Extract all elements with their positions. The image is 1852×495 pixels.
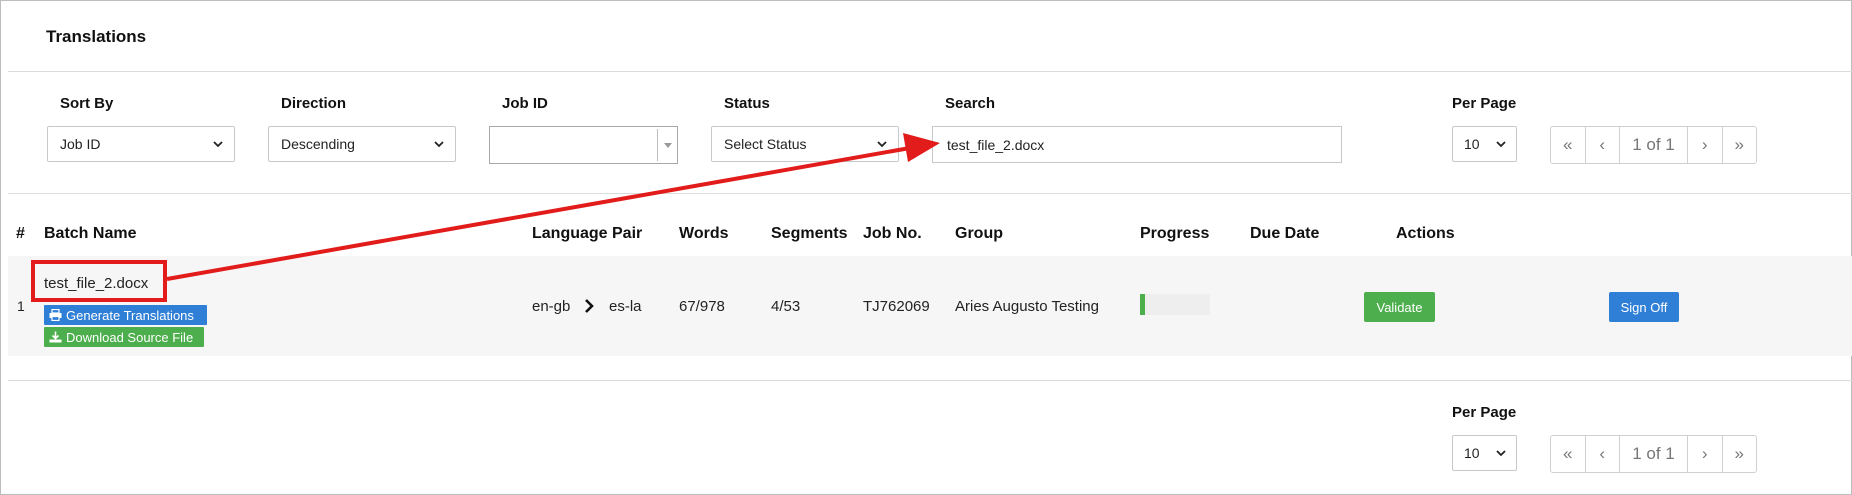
target-language: es-la	[609, 298, 642, 315]
chevron-down-icon	[213, 141, 223, 148]
progress-bar	[1140, 294, 1210, 315]
job-number: TJ762069	[863, 298, 930, 315]
page-indicator: 1 of 1	[1620, 436, 1688, 472]
group-name: Aries Augusto Testing	[955, 298, 1099, 315]
first-page-button[interactable]: «	[1551, 127, 1586, 163]
validate-button[interactable]: Validate	[1364, 292, 1435, 322]
divider	[8, 193, 1852, 194]
divider	[8, 380, 1852, 381]
prev-page-button[interactable]: ‹	[1586, 436, 1620, 472]
per-page-value: 10	[1464, 136, 1480, 152]
next-page-button[interactable]: ›	[1688, 436, 1723, 472]
combobox-separator	[657, 129, 658, 161]
segments-count: 4/53	[771, 298, 801, 315]
chevron-down-icon	[1496, 450, 1506, 457]
per-page-label: Per Page	[1452, 95, 1517, 112]
sort-by-select[interactable]: Job ID	[47, 126, 235, 162]
column-header-language-pair: Language Pair	[532, 225, 643, 242]
last-page-button[interactable]: »	[1723, 127, 1757, 163]
search-input[interactable]	[932, 126, 1342, 163]
column-header-progress: Progress	[1140, 225, 1210, 242]
sort-by-value: Job ID	[60, 136, 101, 152]
page-title: Translations	[46, 27, 147, 46]
page-indicator: 1 of 1	[1620, 127, 1688, 163]
status-label: Status	[724, 95, 770, 112]
status-select[interactable]: Select Status	[711, 126, 899, 162]
column-header-actions: Actions	[1396, 225, 1455, 242]
sort-by-label: Sort By	[60, 95, 114, 112]
column-header-batch-name: Batch Name	[44, 225, 137, 242]
chevron-down-icon	[877, 141, 887, 148]
footer-per-page-label: Per Page	[1452, 404, 1517, 421]
column-header-number: #	[16, 225, 25, 242]
progress-fill	[1140, 294, 1145, 315]
direction-value: Descending	[281, 136, 355, 152]
download-icon	[49, 331, 62, 343]
dropdown-arrow-icon[interactable]	[664, 143, 672, 148]
column-header-words: Words	[679, 225, 729, 242]
annotation-highlight-box	[31, 260, 167, 302]
column-header-group: Group	[955, 225, 1003, 242]
next-page-button[interactable]: ›	[1688, 127, 1723, 163]
prev-page-button[interactable]: ‹	[1586, 127, 1620, 163]
job-id-combobox[interactable]	[489, 126, 678, 164]
divider	[8, 71, 1852, 72]
column-header-job-no: Job No.	[863, 225, 922, 242]
footer-per-page-select[interactable]: 10	[1452, 435, 1517, 471]
row-number: 1	[17, 298, 25, 314]
page-frame	[0, 0, 1852, 495]
column-header-segments: Segments	[771, 225, 848, 242]
chevron-right-icon	[585, 299, 594, 313]
source-language: en-gb	[532, 298, 571, 315]
status-value: Select Status	[724, 136, 807, 152]
generate-translations-button[interactable]: Generate Translations	[44, 305, 207, 325]
sign-off-button[interactable]: Sign Off	[1609, 292, 1679, 322]
last-page-button[interactable]: »	[1723, 436, 1757, 472]
pagination-bottom: « ‹ 1 of 1 › »	[1550, 435, 1757, 473]
generate-translations-label: Generate Translations	[66, 307, 194, 323]
job-id-label: Job ID	[502, 95, 548, 112]
direction-label: Direction	[281, 95, 347, 112]
download-source-file-label: Download Source File	[66, 329, 194, 345]
pagination-top: « ‹ 1 of 1 › »	[1550, 126, 1757, 164]
download-source-file-button[interactable]: Download Source File	[44, 327, 204, 347]
first-page-button[interactable]: «	[1551, 436, 1586, 472]
words-count: 67/978	[679, 298, 725, 315]
footer-per-page-value: 10	[1464, 445, 1480, 461]
per-page-select[interactable]: 10	[1452, 126, 1517, 162]
chevron-down-icon	[434, 141, 444, 148]
direction-select[interactable]: Descending	[268, 126, 456, 162]
printer-icon	[49, 309, 62, 321]
table-row	[8, 256, 1852, 356]
column-header-due-date: Due Date	[1250, 225, 1320, 242]
search-label: Search	[945, 95, 996, 112]
chevron-down-icon	[1496, 141, 1506, 148]
